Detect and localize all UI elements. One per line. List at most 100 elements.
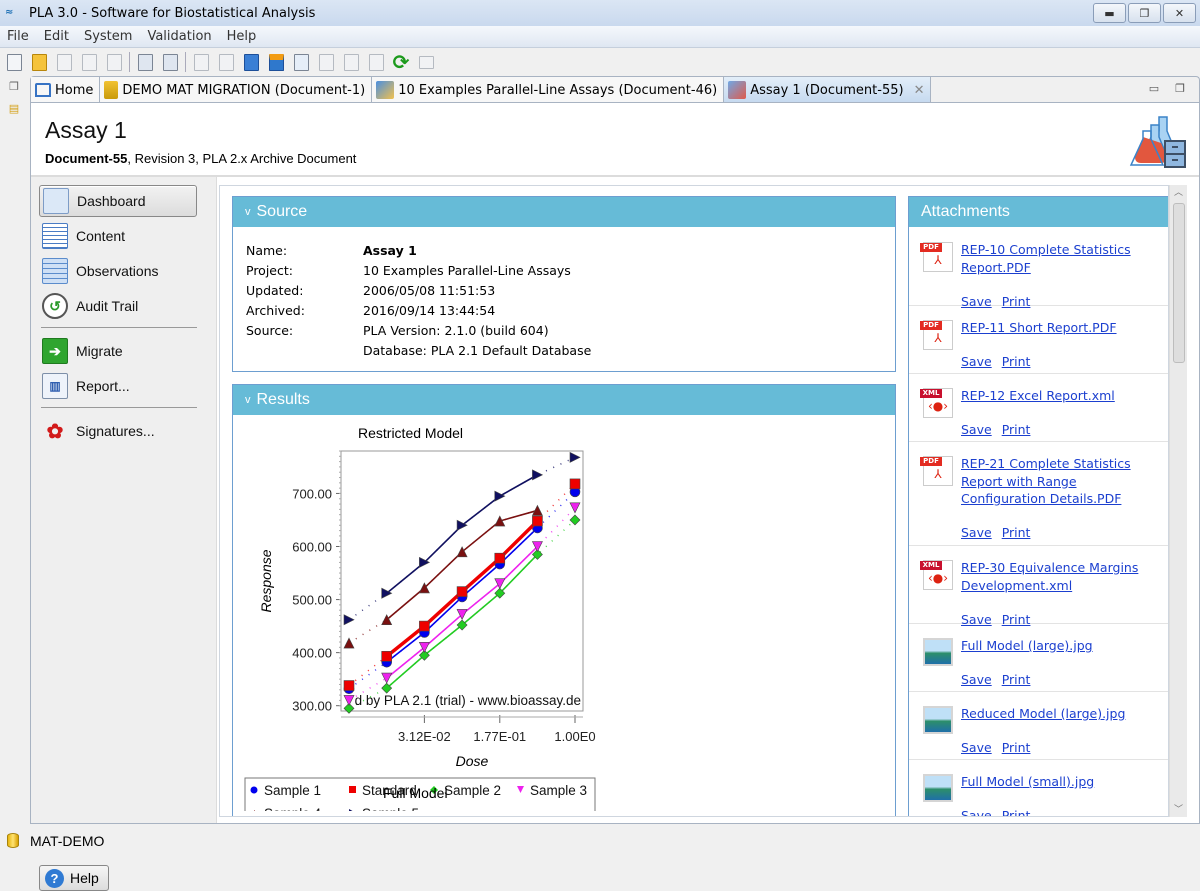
close-button[interactable]: ✕	[1163, 3, 1196, 23]
document-subtitle: Document-55, Revision 3, PLA 2.x Archive…	[45, 151, 356, 166]
attachment-link[interactable]: Reduced Model (large).jpg	[961, 705, 1161, 723]
attachment-link[interactable]: Full Model (small).jpg	[961, 773, 1161, 791]
tab-assay-1[interactable]: Assay 1 (Document-55) ✕	[724, 77, 932, 103]
attachment-link[interactable]: REP-21 Complete Statistics Report with R…	[961, 455, 1161, 508]
print-link[interactable]: Print	[1002, 422, 1031, 437]
source-key: Source:	[246, 323, 294, 338]
nav-migrate[interactable]: ➔ Migrate	[39, 335, 197, 367]
scroll-down-icon[interactable]: ﹀	[1170, 802, 1187, 815]
watermark-text: d by PLA 2.1 (trial) - www.bioassay.de	[355, 693, 581, 708]
minimize-view-icon[interactable]: ▭	[1149, 82, 1159, 95]
dashboard-content: v Source Name: Assay 1 Project: 10 Examples …	[219, 185, 1169, 817]
document-meta: , Revision 3, PLA 2.x Archive Document	[127, 151, 357, 166]
nav-dashboard[interactable]: Dashboard	[39, 185, 197, 217]
lock-icon[interactable]	[103, 51, 125, 73]
attachment-actions: Save Print	[961, 525, 1030, 540]
results-panel-header[interactable]: v Results	[233, 385, 895, 415]
attachment-link[interactable]: REP-11 Short Report.PDF	[961, 319, 1161, 337]
menu-system[interactable]: System	[77, 29, 140, 44]
maximize-view-icon[interactable]: ❐	[1175, 82, 1185, 95]
properties-icon[interactable]	[53, 51, 75, 73]
save-all-icon[interactable]	[215, 51, 237, 73]
tab-home[interactable]: Home	[31, 77, 101, 103]
copy-icon[interactable]	[340, 51, 362, 73]
source-key: Name:	[246, 243, 288, 258]
print-link[interactable]: Print	[1002, 525, 1031, 540]
side-navigation: Dashboard Content Observations ↺ Audit T…	[31, 177, 217, 891]
save-link[interactable]: Save	[961, 422, 992, 437]
nav-audit-trail[interactable]: ↺ Audit Trail	[39, 290, 197, 322]
scroll-up-icon[interactable]: ︿	[1170, 185, 1187, 198]
attachment-item: PDF ⅄ REP-11 Short Report.PDF Save Print	[909, 306, 1168, 374]
nav-signatures[interactable]: ✿ Signatures...	[39, 415, 197, 447]
nav-content[interactable]: Content	[39, 220, 197, 252]
help-button[interactable]: ? Help	[39, 865, 109, 891]
source-key: Archived:	[246, 303, 305, 318]
attachment-item: XML ‹●› REP-12 Excel Report.xml Save Print	[909, 374, 1168, 442]
jpg-file-icon	[923, 706, 953, 734]
edit-pencil-icon[interactable]	[240, 51, 262, 73]
source-row: Archived: 2016/09/14 13:44:54	[246, 303, 495, 318]
document-tab-bar: Home DEMO MAT MIGRATION (Document-1) 10 …	[30, 76, 1200, 103]
y-tick-label: 300.00	[292, 699, 332, 714]
close-all-icon[interactable]	[159, 51, 181, 73]
restore-view-icon[interactable]: ❐	[5, 80, 23, 96]
source-value: 10 Examples Parallel-Line Assays	[363, 263, 571, 278]
data-point	[343, 680, 355, 691]
refresh-icon[interactable]: ⟳	[390, 50, 412, 74]
attachments-panel-header: Attachments	[909, 197, 1168, 227]
tab-label: 10 Examples Parallel-Line Assays (Docume…	[398, 82, 718, 98]
nav-observations[interactable]: Observations	[39, 255, 197, 287]
print-link[interactable]: Print	[1002, 808, 1031, 816]
menu-help[interactable]: Help	[220, 29, 265, 44]
nav-report[interactable]: ▥ Report...	[39, 370, 197, 402]
legend-label: Sample 4	[264, 806, 322, 811]
close-document-icon[interactable]	[134, 51, 156, 73]
tab-label: Assay 1 (Document-55)	[750, 82, 904, 98]
save-link[interactable]: Save	[961, 525, 992, 540]
save-icon[interactable]	[190, 51, 212, 73]
project-tree-icon[interactable]: ▤	[5, 102, 23, 118]
attachment-link[interactable]: REP-12 Excel Report.xml	[961, 387, 1161, 405]
source-row: Source: PLA Version: 2.1.0 (build 604)	[246, 323, 549, 338]
print-link[interactable]: Print	[1002, 740, 1031, 755]
scrollbar-thumb[interactable]	[1173, 203, 1185, 363]
status-bar: MAT-DEMO	[0, 828, 1200, 853]
print-link[interactable]: Print	[1002, 354, 1031, 369]
tab-demo-mat-migration[interactable]: DEMO MAT MIGRATION (Document-1)	[100, 77, 373, 103]
close-tab-icon[interactable]: ✕	[914, 83, 925, 98]
save-link[interactable]: Save	[961, 354, 992, 369]
tab-parallel-line-assays[interactable]: 10 Examples Parallel-Line Assays (Docume…	[372, 77, 725, 103]
report-icon[interactable]	[290, 51, 312, 73]
new-folder-icon[interactable]	[28, 51, 50, 73]
source-panel-header[interactable]: v Source	[233, 197, 895, 227]
menu-validation[interactable]: Validation	[140, 29, 219, 44]
menu-file[interactable]: File	[0, 29, 37, 44]
save-link[interactable]: Save	[961, 672, 992, 687]
attachment-link[interactable]: REP-30 Equivalence Margins Development.x…	[961, 559, 1161, 594]
attachments-panel: Attachments PDF ⅄ REP-10 Complete Statisti…	[908, 196, 1168, 816]
save-link[interactable]: Save	[961, 808, 992, 816]
attachment-link[interactable]: Full Model (large).jpg	[961, 637, 1161, 655]
attachment-link[interactable]: REP-10 Complete Statistics Report.PDF	[961, 241, 1161, 276]
delete-icon[interactable]	[365, 51, 387, 73]
full-model-chart-title: Full Model	[383, 785, 448, 801]
source-value: 2006/05/08 11:51:53	[363, 283, 496, 298]
menu-edit[interactable]: Edit	[37, 29, 77, 44]
export-icon[interactable]	[315, 51, 337, 73]
pdf-file-icon: PDF ⅄	[920, 456, 953, 486]
print-link[interactable]: Print	[1002, 672, 1031, 687]
archive-icon[interactable]	[415, 51, 437, 73]
attachment-item: PDF ⅄ REP-10 Complete Statistics Report.PD…	[909, 228, 1168, 309]
legend-marker	[250, 786, 258, 794]
new-document-icon[interactable]	[3, 51, 25, 73]
save-as-icon[interactable]	[265, 51, 287, 73]
save-link[interactable]: Save	[961, 740, 992, 755]
content-scrollbar[interactable]: ︿ ﹀	[1169, 185, 1187, 817]
content-icon	[42, 223, 68, 249]
attachment-item: Reduced Model (large).jpg Save Print	[909, 692, 1168, 760]
edit-icon[interactable]	[78, 51, 100, 73]
restore-button[interactable]: ❐	[1128, 3, 1161, 23]
minimize-button[interactable]: ▬	[1093, 3, 1126, 23]
document-editor: Assay 1 Document-55, Revision 3, PLA 2.x…	[30, 102, 1200, 891]
